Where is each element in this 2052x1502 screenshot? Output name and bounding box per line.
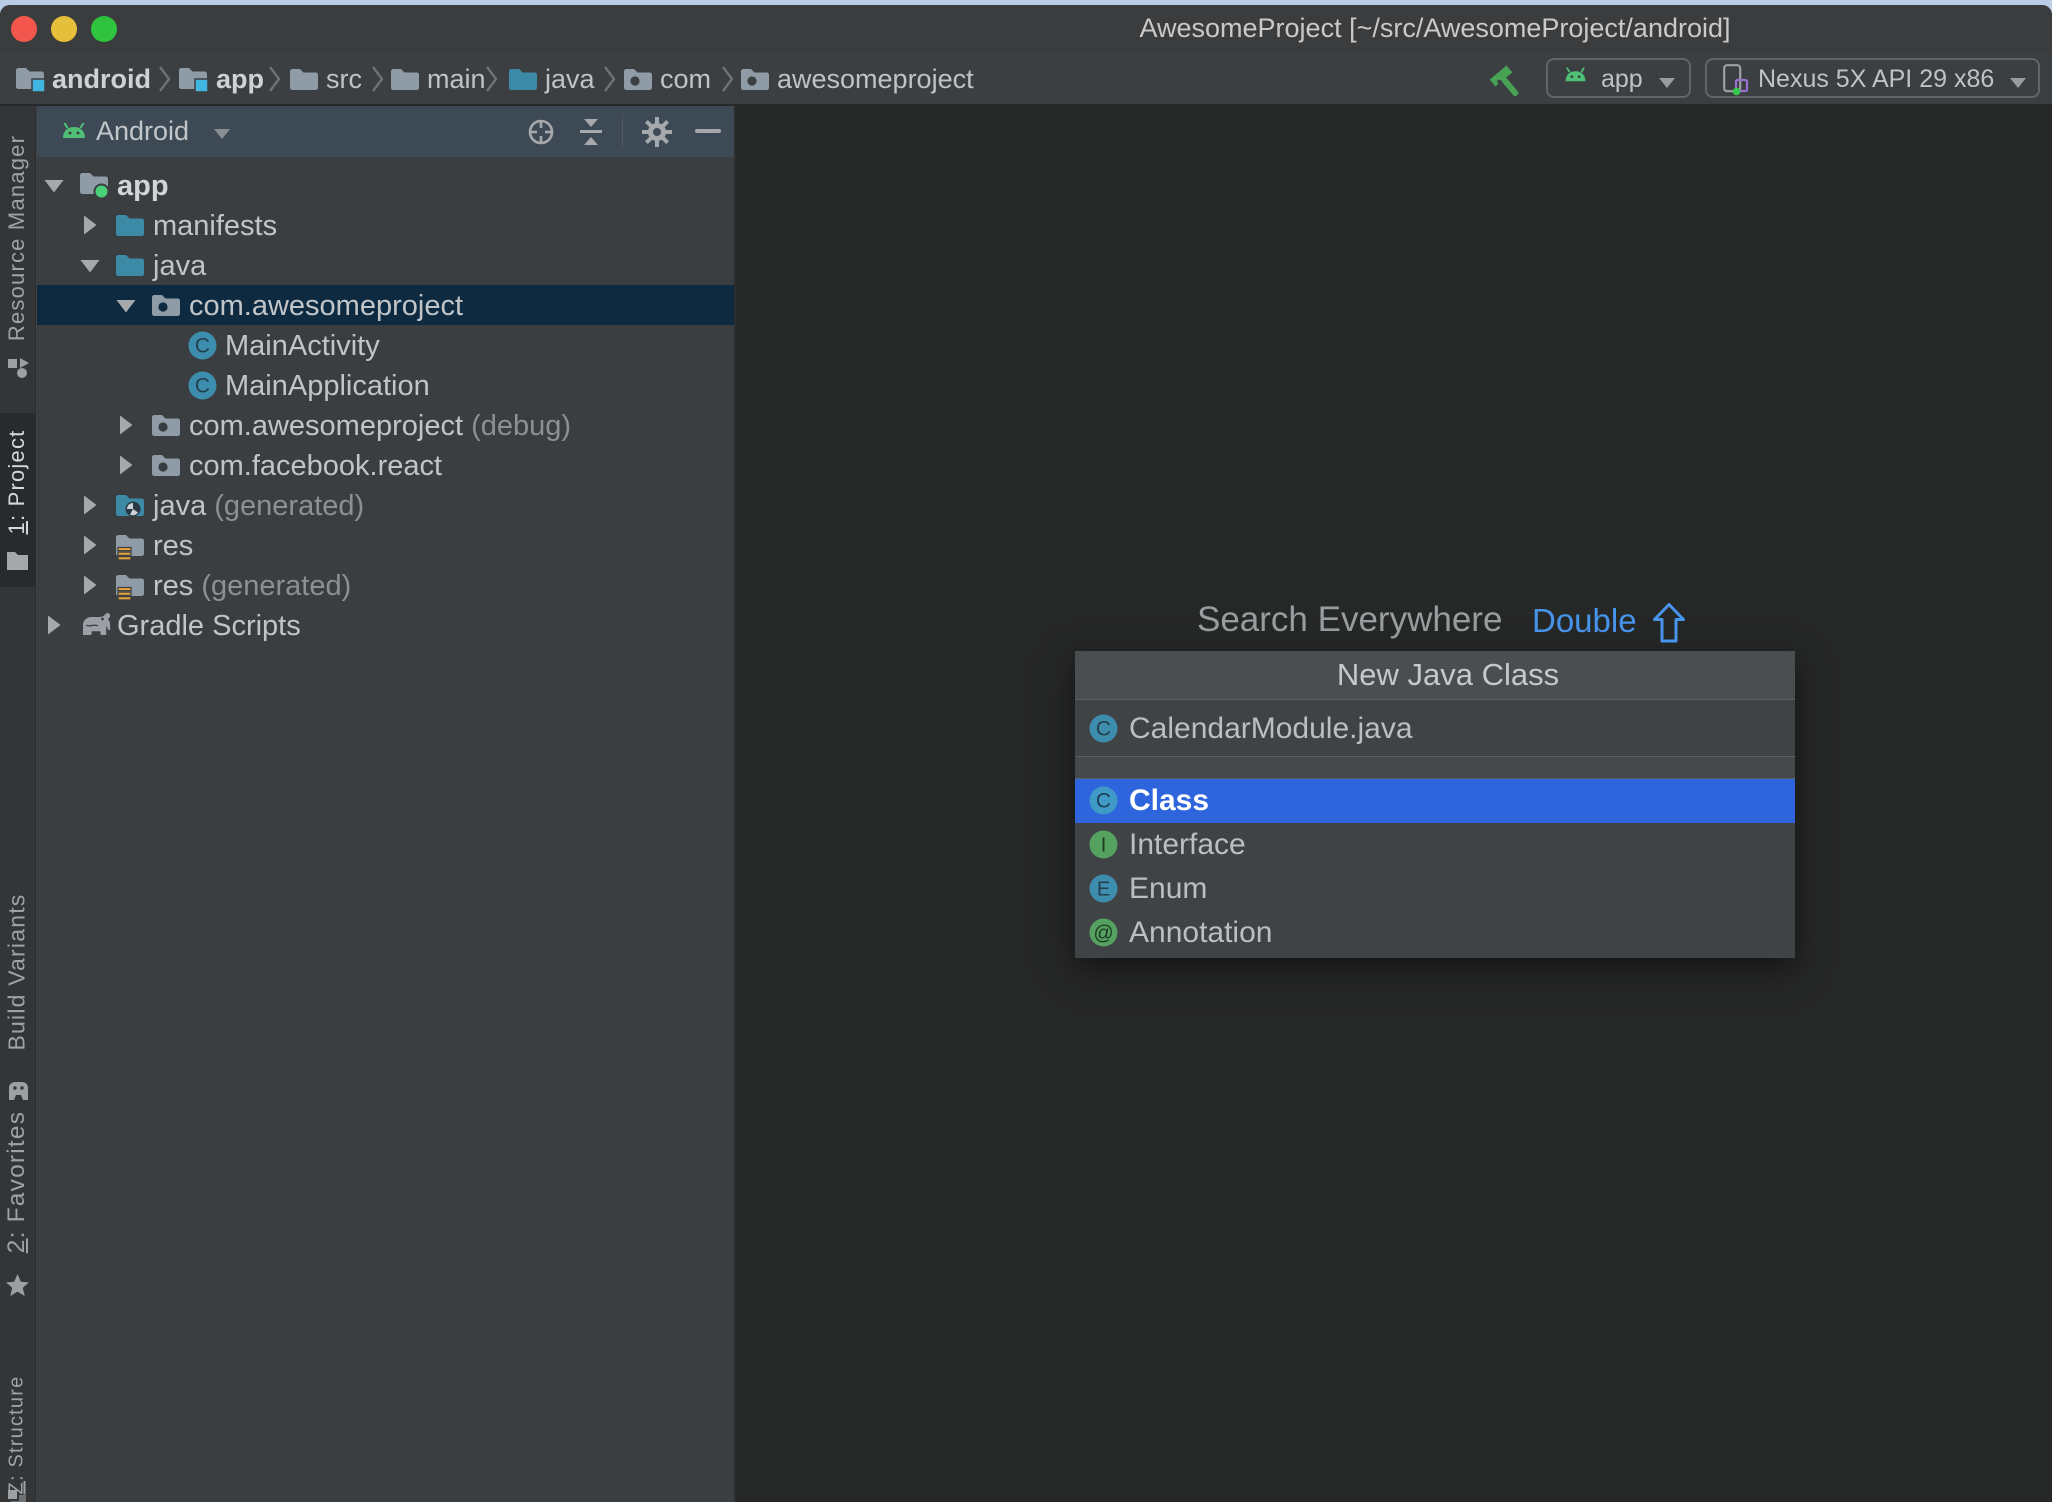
svg-text:C: C: [195, 335, 210, 358]
svg-text:C: C: [1096, 718, 1111, 741]
svg-text:I: I: [1101, 835, 1107, 857]
svg-text:@: @: [1093, 923, 1113, 945]
svg-text:C: C: [1096, 790, 1111, 813]
svg-text:C: C: [195, 375, 210, 398]
svg-text:E: E: [1097, 879, 1110, 901]
